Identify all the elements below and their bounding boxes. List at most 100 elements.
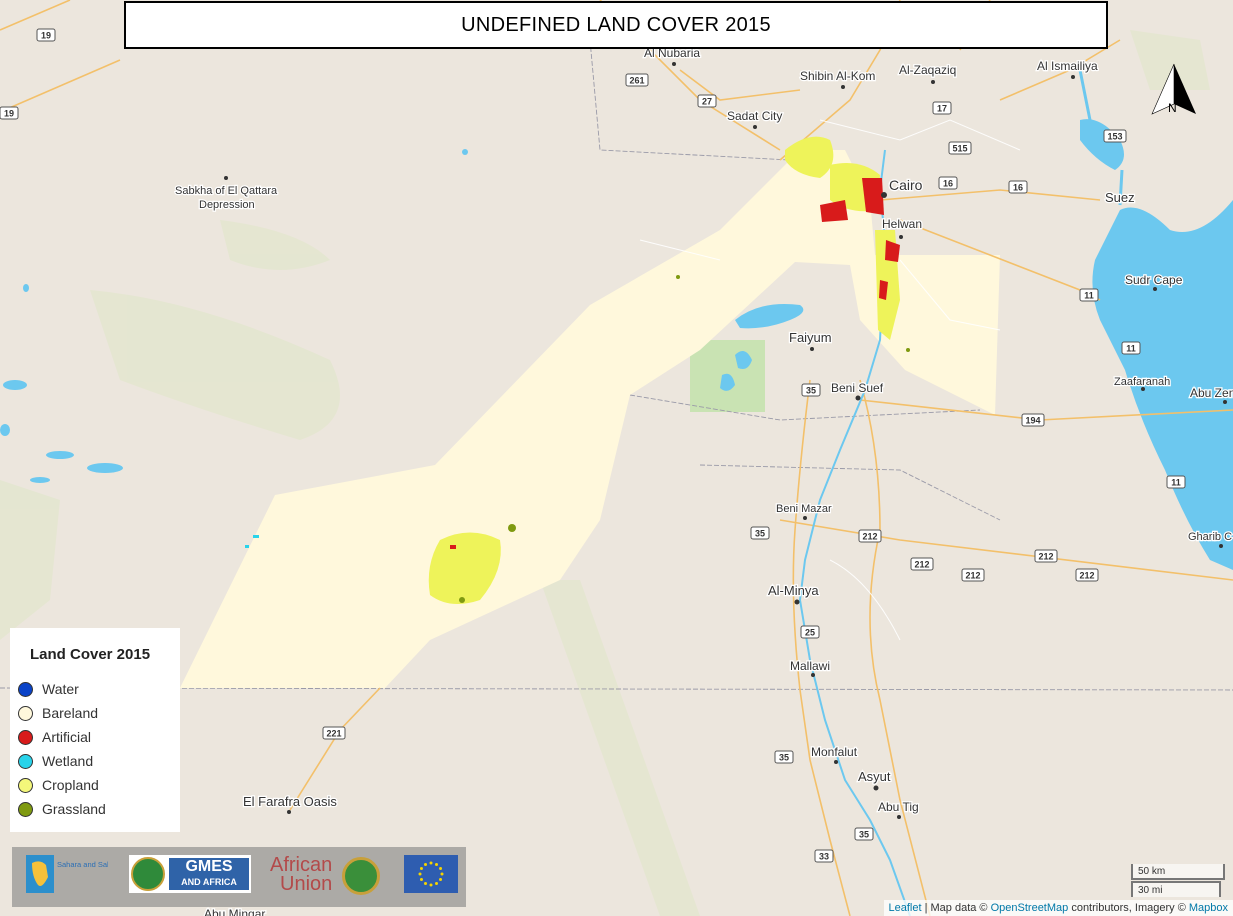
gmes-logo: GMES AND AFRICA — [129, 855, 251, 893]
label-beni-mazar: Beni Mazar — [776, 503, 832, 515]
road-shield-label: 153 — [1107, 132, 1122, 142]
label-shibin: Shibin Al-Kom — [800, 69, 875, 83]
road-shield-label: 212 — [1079, 571, 1094, 581]
legend-swatch-icon — [18, 753, 33, 769]
gmes-text: GMES — [185, 858, 233, 875]
legend-swatch-icon — [18, 705, 33, 721]
legend-label: Grassland — [42, 801, 106, 817]
legend-item-wetland: Wetland — [18, 749, 180, 773]
au-text-1: African — [270, 854, 333, 876]
road-shield-label: 16 — [943, 179, 953, 189]
road-shield-label: 212 — [1038, 552, 1053, 562]
road-shield-label: 11 — [1171, 478, 1181, 488]
legend-item-cropland: Cropland — [18, 773, 180, 797]
eu-star-icon — [435, 882, 438, 886]
scale-bar: 50 km 30 mi — [1131, 862, 1225, 898]
legend-item-grassland: Grassland — [18, 797, 180, 821]
label-abu-minqar: Abu Minqar — [204, 907, 265, 916]
label-zaqaziq: Al-Zaqaziq — [899, 63, 956, 77]
scale-mi: 30 mi — [1138, 885, 1163, 896]
au-text-2: Union — [280, 873, 333, 895]
mapbox-link[interactable]: Mapbox — [1189, 902, 1228, 914]
scale-km: 50 km — [1138, 866, 1166, 877]
road-shield-label: 261 — [629, 76, 644, 86]
label-beni-suef: Beni Suef — [831, 381, 884, 395]
north-arrow-icon: N — [1151, 63, 1196, 115]
eu-star-icon — [435, 862, 438, 866]
african-union-logo: African Union — [270, 854, 385, 895]
road-shield-label: 16 — [1013, 183, 1023, 193]
label-qattara-2: Depression — [199, 199, 255, 211]
legend-swatch-icon — [18, 801, 33, 817]
road-shield-label: 25 — [805, 628, 815, 638]
label-sadat: Sadat City — [727, 109, 782, 123]
road-shield-label: 212 — [965, 571, 980, 581]
au-seal-icon — [342, 857, 380, 895]
map-canvas[interactable]: Al Nubaria Shibin Al-Kom Al-Zaqaziq Al I… — [0, 0, 1233, 916]
label-sudr: Sudr Cape — [1125, 273, 1183, 287]
eu-star-icon — [419, 867, 423, 870]
road-shield-label: 194 — [1025, 416, 1040, 426]
legend-swatch-icon — [18, 681, 33, 697]
label-ismailiya: Al Ismailiya — [1037, 59, 1098, 73]
label-qattara: Sabkha of El Qattara — [175, 185, 278, 197]
legend-label: Wetland — [42, 753, 94, 769]
label-helwan: Helwan — [882, 217, 922, 231]
eu-star-icon — [429, 861, 433, 865]
label-farafra: El Farafra Oasis — [243, 794, 337, 809]
road-shield-label: 17 — [937, 104, 947, 114]
partner-logos: Sahara and Sahel Observatory GMES AND AF… — [12, 847, 466, 907]
eu-star-icon — [440, 872, 444, 876]
eu-star-icon — [424, 882, 427, 886]
attrib-sep: | Map data © — [921, 902, 991, 914]
legend-label: Bareland — [42, 705, 99, 721]
road-shield-label: 33 — [819, 852, 829, 862]
legend-item-artificial: Artificial — [18, 725, 180, 749]
legend: Land Cover 2015 Water Bareland Artificial W… — [10, 628, 180, 832]
eu-star-icon — [439, 867, 443, 870]
oss-logo: Sahara and Sahel Observatory — [26, 855, 160, 893]
osm-link[interactable]: OpenStreetMap — [991, 902, 1069, 914]
road-shield-label: 221 — [326, 729, 341, 739]
label-mallawi: Mallawi — [790, 659, 830, 673]
eu-star-icon — [418, 872, 422, 876]
map-title: UNDEFINED LAND COVER 2015 — [124, 1, 1108, 49]
label-minya: Al-Minya — [768, 583, 819, 598]
oss-text: Sahara and Sahel Observatory — [57, 860, 108, 869]
legend-swatch-icon — [18, 777, 33, 793]
road-shield-label: 19 — [4, 109, 14, 119]
road-shield-label: 11 — [1126, 344, 1136, 354]
attrib-mid: contributors, Imagery © — [1068, 902, 1189, 914]
eu-star-icon — [419, 878, 423, 881]
legend-label: Water — [42, 681, 79, 697]
label-abu-tig: Abu Tig — [878, 800, 919, 814]
road-shield-label: 35 — [806, 386, 816, 396]
label-asyut: Asyut — [858, 769, 891, 784]
eu-flag-icon — [404, 855, 458, 893]
road-shield-label: 35 — [779, 753, 789, 763]
label-monfalut: Monfalut — [811, 745, 858, 759]
road-shield-label: 35 — [859, 830, 869, 840]
leaflet-link[interactable]: Leaflet — [889, 902, 922, 914]
road-shield-label: 515 — [952, 144, 967, 154]
legend-item-water: Water — [18, 677, 180, 701]
legend-label: Cropland — [42, 777, 99, 793]
eu-star-icon — [429, 883, 433, 887]
eu-star-icon — [439, 878, 443, 881]
road-shield-label: 11 — [1084, 291, 1094, 301]
gmes-sub-text: AND AFRICA — [181, 877, 237, 887]
legend-label: Artificial — [42, 729, 92, 745]
label-zaafaranah: Zaafaranah — [1114, 376, 1170, 388]
road-shield-label: 19 — [41, 31, 51, 41]
label-cairo: Cairo — [889, 177, 923, 193]
road-shield-label: 35 — [755, 529, 765, 539]
attribution: Leaflet | Map data © OpenStreetMap contr… — [883, 900, 1233, 916]
au-emblem-icon — [131, 857, 165, 891]
legend-item-bareland: Bareland — [18, 701, 180, 725]
road-shield-label: 212 — [914, 560, 929, 570]
road-shield-label: 27 — [702, 97, 712, 107]
label-suez: Suez — [1105, 190, 1135, 205]
label-faiyum: Faiyum — [789, 330, 832, 345]
label-gharib: Gharib C — [1188, 531, 1232, 543]
legend-items: Water Bareland Artificial Wetland Cropland Gr… — [18, 677, 180, 821]
